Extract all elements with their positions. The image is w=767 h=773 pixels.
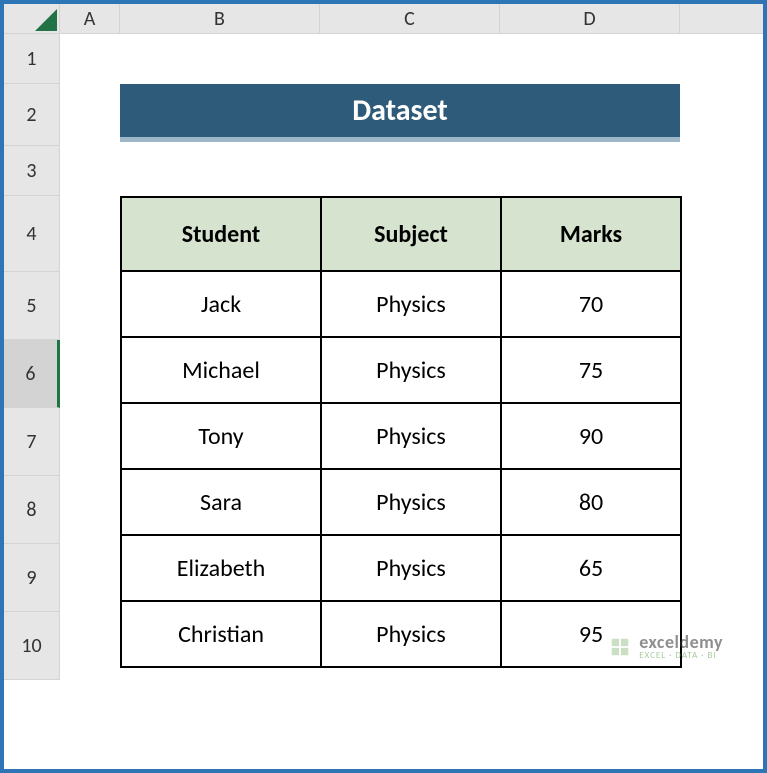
column-headers: A B C D — [4, 4, 763, 34]
row-headers: 1 2 3 4 5 6 7 8 9 10 — [4, 34, 60, 680]
table-row: Elizabeth Physics 65 — [121, 535, 681, 601]
cell-marks[interactable]: 80 — [501, 469, 681, 535]
table-row: Christian Physics 95 — [121, 601, 681, 667]
row-header-4[interactable]: 4 — [4, 196, 60, 272]
column-header-A[interactable]: A — [60, 4, 120, 33]
cell-subject[interactable]: Physics — [321, 535, 501, 601]
cell-subject[interactable]: Physics — [321, 337, 501, 403]
cell-student[interactable]: Christian — [121, 601, 321, 667]
header-marks[interactable]: Marks — [501, 197, 681, 271]
table-row: Tony Physics 90 — [121, 403, 681, 469]
row-header-5[interactable]: 5 — [4, 272, 60, 340]
cell-marks[interactable]: 70 — [501, 271, 681, 337]
watermark: exceldemy EXCEL · DATA · BI — [609, 633, 723, 660]
column-header-D[interactable]: D — [500, 4, 680, 33]
title-banner: Dataset — [120, 84, 680, 142]
watermark-sub: EXCEL · DATA · BI — [639, 651, 723, 660]
table-row: Michael Physics 75 — [121, 337, 681, 403]
column-header-C[interactable]: C — [320, 4, 500, 33]
select-all-triangle[interactable] — [4, 4, 60, 34]
screenshot-frame: A B C D 1 2 3 4 5 6 7 8 9 10 Dataset — [0, 0, 767, 773]
column-header-B[interactable]: B — [120, 4, 320, 33]
row-header-2[interactable]: 2 — [4, 84, 60, 146]
cell-subject[interactable]: Physics — [321, 601, 501, 667]
cells-area[interactable]: Dataset Student Subject Marks Jack Physi — [60, 34, 763, 680]
row-header-8[interactable]: 8 — [4, 476, 60, 544]
watermark-main: exceldemy — [639, 633, 723, 651]
table-row: Sara Physics 80 — [121, 469, 681, 535]
watermark-icon — [609, 636, 631, 658]
cell-marks[interactable]: 90 — [501, 403, 681, 469]
title-text: Dataset — [352, 92, 448, 129]
header-subject[interactable]: Subject — [321, 197, 501, 271]
cell-subject[interactable]: Physics — [321, 271, 501, 337]
data-table: Student Subject Marks Jack Physics 70 Mi… — [120, 196, 682, 668]
cell-marks[interactable]: 75 — [501, 337, 681, 403]
cell-subject[interactable]: Physics — [321, 469, 501, 535]
cell-student[interactable]: Michael — [121, 337, 321, 403]
cell-subject[interactable]: Physics — [321, 403, 501, 469]
cell-student[interactable]: Jack — [121, 271, 321, 337]
cell-student[interactable]: Sara — [121, 469, 321, 535]
cell-student[interactable]: Elizabeth — [121, 535, 321, 601]
row-header-6[interactable]: 6 — [4, 340, 60, 408]
row-header-9[interactable]: 9 — [4, 544, 60, 612]
row-header-1[interactable]: 1 — [4, 34, 60, 84]
table-row: Jack Physics 70 — [121, 271, 681, 337]
row-header-3[interactable]: 3 — [4, 146, 60, 196]
table-header-row: Student Subject Marks — [121, 197, 681, 271]
header-student[interactable]: Student — [121, 197, 321, 271]
cell-marks[interactable]: 65 — [501, 535, 681, 601]
cell-student[interactable]: Tony — [121, 403, 321, 469]
row-header-10[interactable]: 10 — [4, 612, 60, 680]
row-header-7[interactable]: 7 — [4, 408, 60, 476]
